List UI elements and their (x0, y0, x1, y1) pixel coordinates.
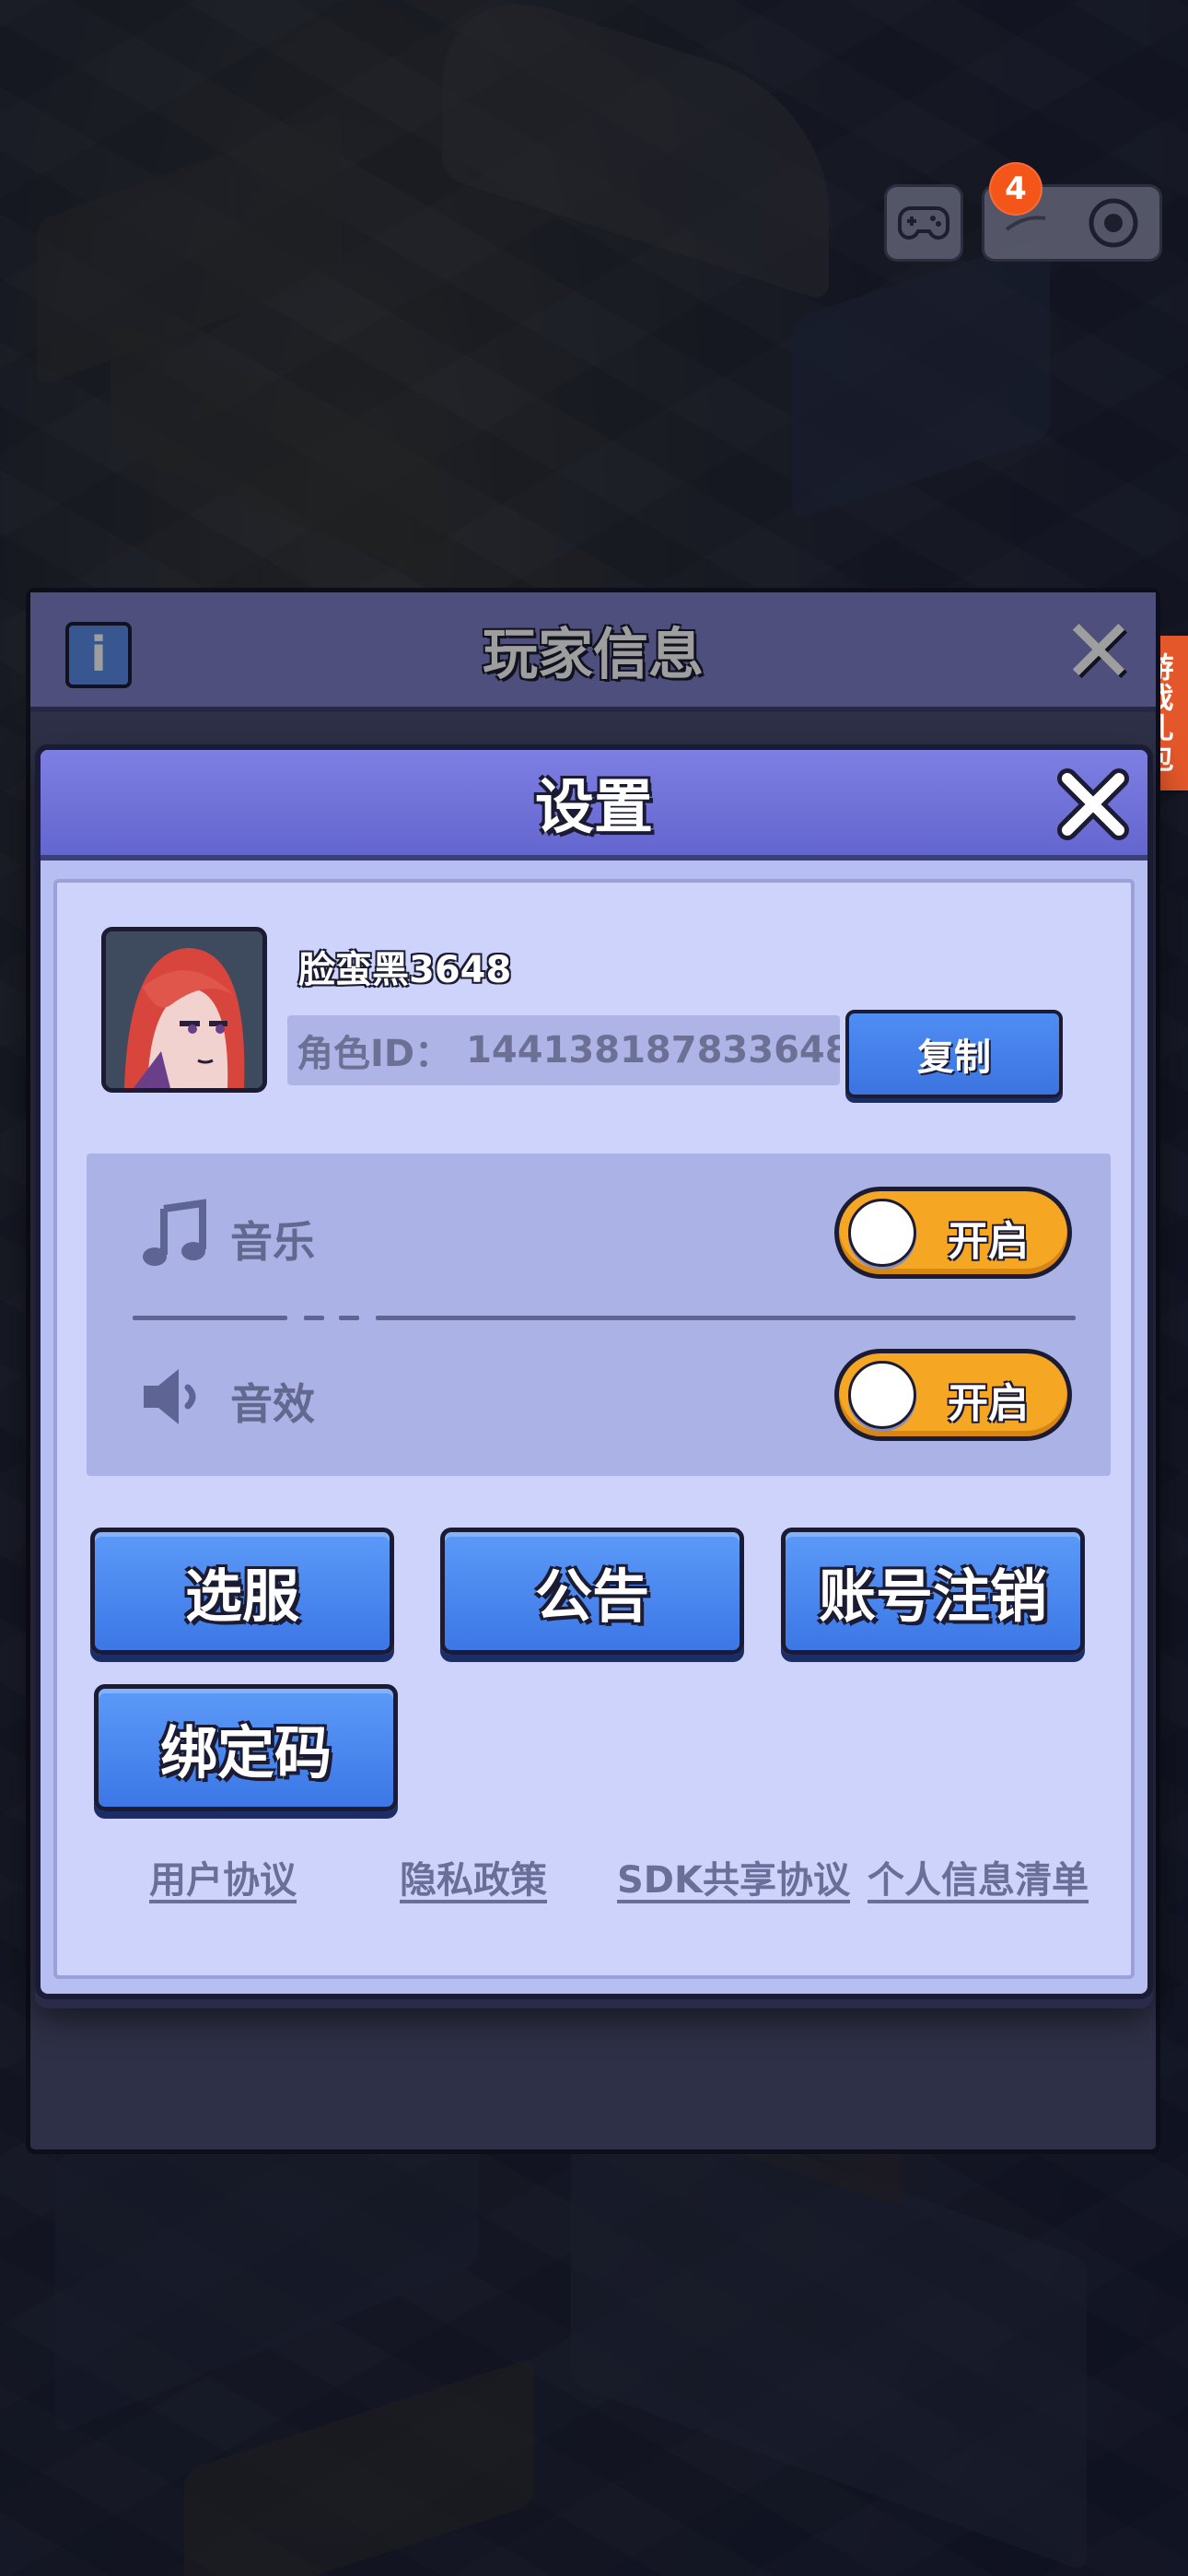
music-label: 音乐 (230, 1217, 315, 1267)
settings-header: 设置 (41, 750, 1147, 861)
sfx-row: 音效 开启 (87, 1332, 1111, 1443)
close-button[interactable] (1052, 763, 1135, 846)
circle-close-icon[interactable] (1086, 195, 1141, 251)
personal-info-list-link[interactable]: 个人信息清单 (868, 1850, 1089, 1903)
divider-line (376, 1316, 1076, 1320)
speaker-icon (144, 1369, 196, 1424)
close-icon (1057, 768, 1129, 840)
music-row: 音乐 开启 (87, 1170, 1111, 1281)
role-id-row: 角色ID： 144138187833648 (287, 1015, 840, 1085)
sound-panel: 音乐 开启 音效 开启 (87, 1153, 1111, 1476)
copy-button[interactable]: 复制 (845, 1010, 1063, 1098)
player-info-title: 玩家信息 (483, 622, 704, 687)
sfx-toggle-label: 开启 (948, 1380, 1029, 1427)
bind-code-button[interactable]: 绑定码 (94, 1684, 398, 1811)
close-icon[interactable]: ✕ (1060, 607, 1137, 696)
sfx-toggle[interactable]: 开启 (834, 1349, 1072, 1441)
divider-line (133, 1316, 287, 1320)
user-agreement-link[interactable]: 用户协议 (149, 1850, 297, 1903)
music-note-icon (143, 1199, 206, 1266)
account-cancel-button[interactable]: 账号注销 (781, 1528, 1085, 1655)
select-server-button[interactable]: 选服 (90, 1528, 394, 1655)
role-id-label: 角色ID： (297, 1033, 452, 1075)
role-id-value: 144138187833648 (466, 1029, 840, 1071)
avatar-portrait (106, 931, 262, 1088)
sfx-label: 音效 (230, 1379, 315, 1429)
toggle-knob (848, 1361, 916, 1429)
player-info-header: i 玩家信息 ✕ (30, 592, 1156, 712)
sdk-sharing-link[interactable]: SDK共享协议 (617, 1850, 850, 1903)
toggle-knob (848, 1199, 916, 1267)
settings-body: 脸蛮黑3648 角色ID： 144138187833648 复制 音乐 开启 音… (53, 879, 1135, 1979)
notice-button[interactable]: 公告 (440, 1528, 744, 1655)
nickname: 脸蛮黑3648 (298, 949, 512, 991)
notification-badge: 4 (989, 162, 1042, 216)
divider-dash (304, 1316, 324, 1320)
gamepad-button[interactable] (884, 184, 963, 262)
settings-dialog: 设置 脸蛮黑3648 角色ID： 144138187833648 复制 音乐 开… (35, 744, 1153, 1999)
avatar (101, 927, 267, 1093)
gamepad-icon (898, 206, 949, 240)
info-icon[interactable]: i (65, 622, 132, 688)
privacy-policy-link[interactable]: 隐私政策 (400, 1850, 547, 1903)
legal-links: 用户协议 隐私政策 SDK共享协议 个人信息清单 (57, 1850, 1131, 1905)
settings-title: 设置 (535, 774, 653, 842)
divider-dash (339, 1316, 359, 1320)
music-toggle[interactable]: 开启 (834, 1187, 1072, 1279)
music-toggle-label: 开启 (948, 1218, 1029, 1265)
